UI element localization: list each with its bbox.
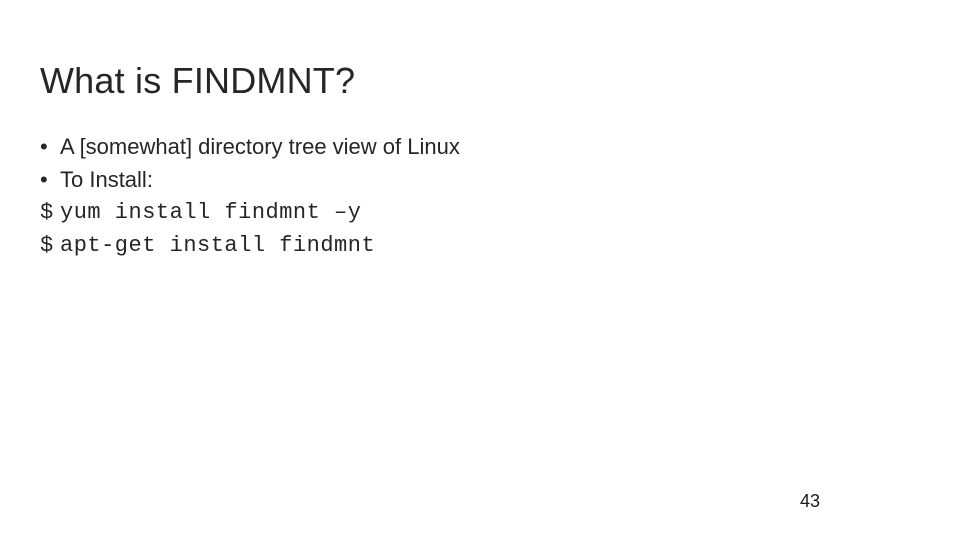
slide-container: What is FINDMNT? • A [somewhat] director…	[0, 0, 960, 540]
shell-prompt: $	[40, 229, 60, 262]
bullet-item: • A [somewhat] directory tree view of Li…	[40, 130, 920, 163]
command-text: yum install findmnt –y	[60, 196, 361, 229]
bullet-text: A [somewhat] directory tree view of Linu…	[60, 130, 460, 163]
bullet-text: To Install:	[60, 163, 153, 196]
slide-title: What is FINDMNT?	[40, 60, 920, 102]
page-number: 43	[800, 491, 820, 512]
bullet-item: • To Install:	[40, 163, 920, 196]
command-line: $ apt-get install findmnt	[40, 229, 920, 262]
command-line: $ yum install findmnt –y	[40, 196, 920, 229]
command-text: apt-get install findmnt	[60, 229, 375, 262]
bullet-marker: •	[40, 130, 60, 163]
shell-prompt: $	[40, 196, 60, 229]
bullet-marker: •	[40, 163, 60, 196]
